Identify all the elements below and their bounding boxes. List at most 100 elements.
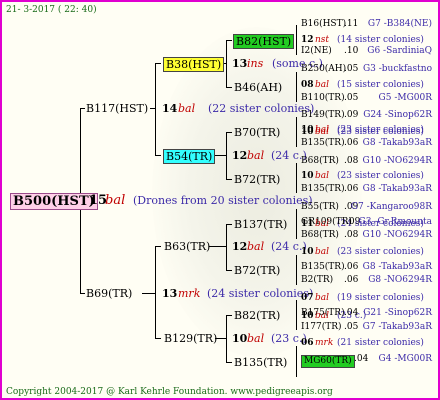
g2-gen: 10 [232,332,248,345]
g4-node[interactable]: B2(TR) [301,276,333,285]
g4-node[interactable]: I2(NE) [301,47,332,56]
connector [226,87,232,88]
g4-node[interactable]: B135(TR) [301,185,345,194]
connector [155,246,156,338]
g2-node[interactable]: B129(TR) [164,333,217,344]
g3-node[interactable]: B82(TR) [234,310,280,321]
g4-note: (23 sister colonies) [337,247,424,257]
g4-node[interactable]: B135(TR) [301,139,345,148]
g4-gen: .09 [344,110,359,120]
g3-type: nst [315,35,330,45]
connector [296,25,297,55]
g2-gen: 13 [232,57,248,70]
connector [296,163,297,193]
g4-gen: .06 [344,184,359,194]
g4-gen: .04 [354,354,369,364]
g3-gen: 12 [301,35,314,45]
connector [80,293,85,294]
g4-note: (21 sister colonies) [337,338,424,348]
root-note: (Drones from 20 sister colonies) [133,194,313,207]
g4-node[interactable]: I177(TR) [301,323,342,332]
g4-note: (23 sister colonies) [337,171,424,181]
g4-gen: .06 [344,262,359,272]
g2-node[interactable]: B38(HST) [163,57,225,72]
g4-node[interactable]: GR109(TR) [301,218,352,227]
g1-gen: 13 [162,287,178,300]
g4-node[interactable]: B16(HST) [301,20,346,29]
g4-gen: .06 [344,138,359,148]
g4-node[interactable]: 10 [301,172,314,181]
connector [155,155,161,156]
root-node[interactable]: B500(HST) [10,193,98,210]
g3-node[interactable]: B70(TR) [234,127,280,138]
connector [226,132,232,133]
g4-node[interactable]: B135(TR) [301,263,345,272]
g4-gen: .04 [344,308,359,318]
g4-type: mrk [315,338,334,348]
g4-node[interactable]: B68(TR) [301,157,339,166]
connector [150,108,156,109]
g4-gen: .08 [344,156,359,166]
root-type: bal [105,193,126,208]
connector [155,63,161,64]
g4-source: G4 -MG00R [378,354,432,364]
g4-node[interactable]: B55(TR) [301,203,339,212]
footer: Copyright 2004-2017 @ Karl Kehrle Founda… [6,387,333,397]
g1-type: bal [178,102,196,115]
g2-node[interactable]: B63(TR) [164,241,210,252]
g4-node[interactable]: 10 [301,126,314,135]
g4-node[interactable]: B110(TR) [301,94,345,103]
g2-node[interactable]: B54(TR) [163,149,216,164]
connector [155,338,161,339]
g4-gen: .06 [344,275,359,285]
g4-source: G8 -NO6294R [368,275,432,285]
g4-source: G24 -Sinop62R [363,110,432,120]
g4-source: G21 -Sinop62R [363,308,432,318]
g4-gen: .08 [344,230,359,240]
connector [80,108,85,109]
g4-node[interactable]: 08 [301,81,314,90]
connector [226,315,232,316]
connector [296,255,297,285]
g4-node[interactable]: B250(AH) [301,65,346,74]
g1-note: (24 sister colonies) [207,287,314,300]
g4-source: G3 -Gr.Rmounta [358,217,433,227]
g4-source: G10 -NO6294R [362,230,432,240]
g4-node[interactable]: 10 [301,248,314,257]
g4-type: bal [315,171,330,181]
connector [296,300,297,330]
g3-node[interactable]: B135(TR) [234,357,287,368]
header-date: 21- 3-2017 ( 22: 40) [6,5,97,15]
connector [155,246,161,247]
g1-type: mrk [178,287,201,300]
g4-node[interactable]: 07 [301,294,314,303]
g4-source: G5 -MG00R [378,93,432,103]
g1-node[interactable]: B117(HST) [86,103,148,114]
g4-source: G3 -buckfastno [362,64,432,74]
g3-node[interactable]: B82(HST) [233,34,295,49]
g4-gen: .05 [344,93,359,103]
connector [226,224,227,270]
g4-gen: .05 [344,64,359,74]
g4-node[interactable]: B175(TR) [301,309,345,318]
connector [296,117,297,147]
g3-note: (14 sister colonies) [337,35,424,45]
pedigree-chart: 21- 3-2017 ( 22: 40) B500(HST) 15 bal (D… [0,0,440,400]
g4-node[interactable]: 06 [301,339,314,348]
g3-node[interactable]: B46(AH) [234,82,282,93]
g3-node[interactable]: B72(TR) [234,174,280,185]
connector [209,246,227,247]
g4-node[interactable]: B68(TR) [301,231,339,240]
connector [226,40,232,41]
g4-note: (15 sister colonies) [337,80,424,90]
g4-gen: .11 [344,19,359,29]
g3-node[interactable]: B137(TR) [234,219,287,230]
g4-node[interactable]: MG60(TR) [301,355,355,368]
g4-node[interactable]: B149(TR) [301,111,345,120]
g2-type: ins [247,57,264,70]
g4-source: G7 -Kangaroo98R [350,202,432,212]
g1-node[interactable]: B69(TR) [86,288,132,299]
g3-node[interactable]: B72(TR) [234,265,280,276]
g1-gen: 14 [162,102,178,115]
g4-source: G7 -Takab93aR [362,322,432,332]
